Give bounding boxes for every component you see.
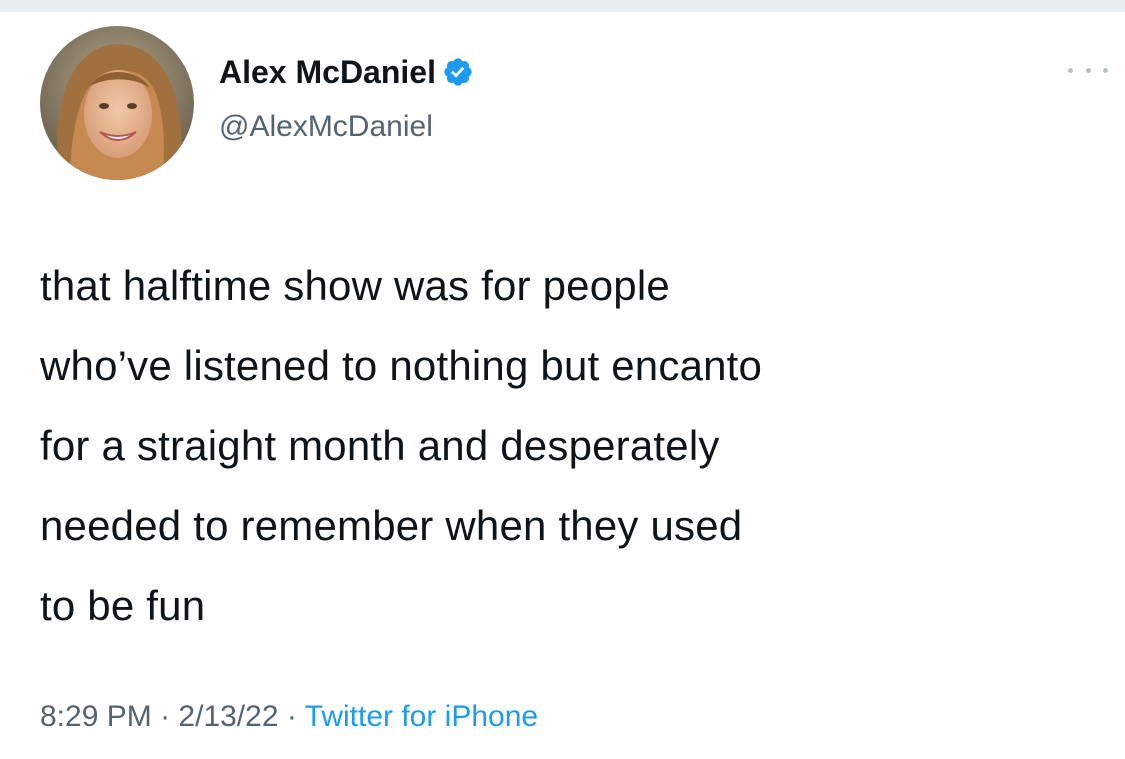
tweet-card: Alex McDaniel @AlexMcDaniel that halftim…	[0, 12, 1125, 759]
more-options-icon[interactable]	[1068, 62, 1108, 78]
tweet-date[interactable]: 2/13/22	[178, 700, 278, 733]
more-dot	[1103, 67, 1108, 73]
tweet-text-line: to be fun	[40, 582, 206, 629]
tweet-text-line: for a straight month and desperately	[40, 422, 720, 469]
avatar[interactable]	[40, 26, 194, 180]
avatar-photo	[40, 26, 194, 180]
meta-separator: ·	[160, 700, 171, 733]
tweet-text: that halftime show was for people who’ve…	[40, 246, 1100, 646]
meta-separator: ·	[286, 700, 297, 733]
display-name[interactable]: Alex McDaniel	[219, 54, 436, 91]
tweet-time[interactable]: 8:29 PM	[40, 700, 152, 733]
name-row: Alex McDaniel	[219, 52, 474, 92]
top-strip	[0, 0, 1125, 12]
tweet-text-line: that halftime show was for people	[40, 262, 670, 309]
tweet-source-link[interactable]: Twitter for iPhone	[305, 700, 538, 733]
user-handle[interactable]: @AlexMcDaniel	[219, 110, 433, 144]
more-dot	[1068, 67, 1073, 73]
tweet-text-line: who’ve listened to nothing but encanto	[40, 342, 763, 389]
verified-badge-icon	[442, 56, 474, 88]
more-dot	[1085, 67, 1091, 73]
tweet-meta: 8:29 PM · 2/13/22 · Twitter for iPhone	[40, 700, 538, 734]
tweet-text-line: needed to remember when they used	[40, 502, 743, 549]
